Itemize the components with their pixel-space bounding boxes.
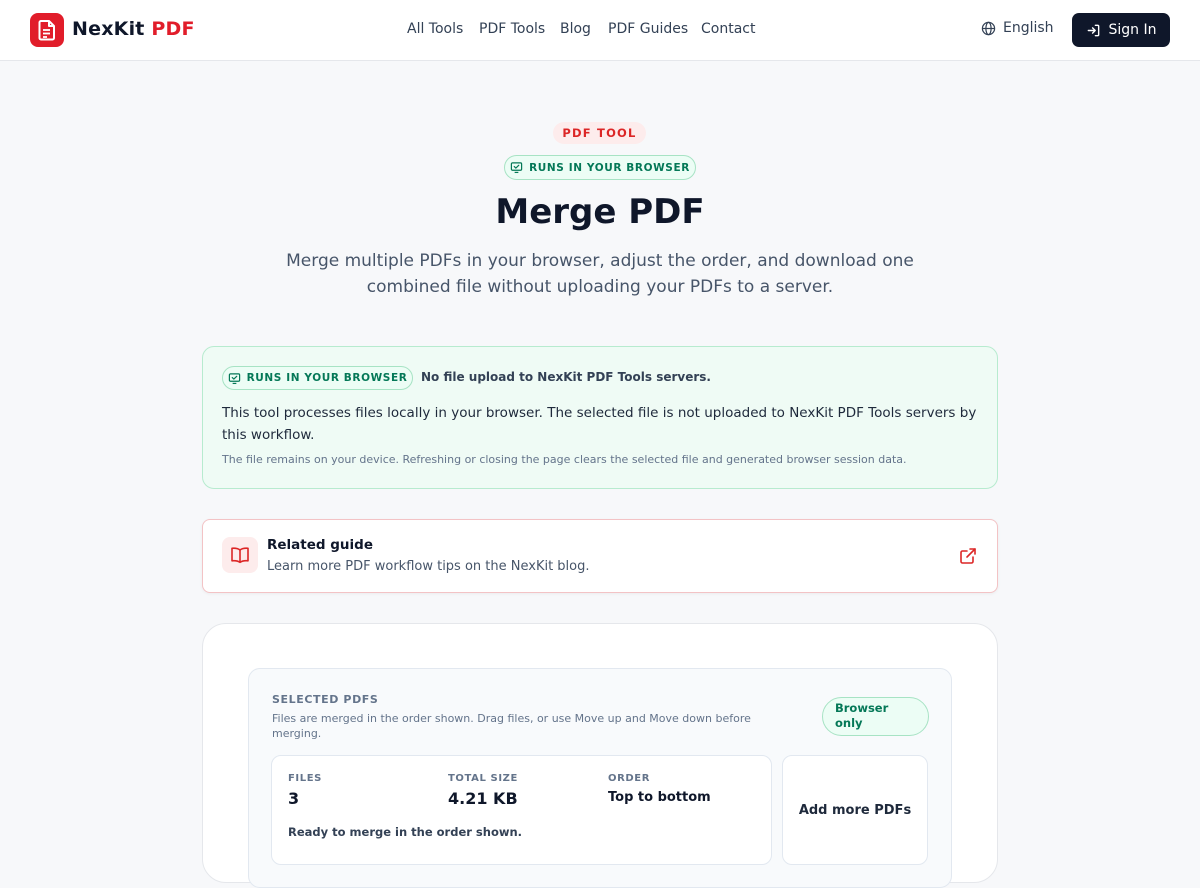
notice-body: This tool processes files locally in you… [222,405,977,443]
browser-only-badge: Browser only [822,697,929,736]
monitor-check-icon [510,162,523,174]
nav-link-contact[interactable]: Contact [701,21,755,37]
files-stat-value: 3 [288,789,300,808]
files-stat: FILES 3 [288,773,322,808]
merge-status-text: Ready to merge in the order shown. [288,825,523,839]
notice-badge-label: RUNS IN YOUR BROWSER [246,372,408,384]
sign-in-label: Sign In [1108,22,1157,38]
selected-pdfs-title: SELECTED PDFS [272,693,379,706]
guide-subtitle: Learn more PDF workflow tips on the NexK… [267,559,590,574]
nav-link-pdf-tools[interactable]: PDF Tools [479,21,545,37]
total-size-stat-label: TOTAL SIZE [448,773,518,784]
nexkit-logo-icon[interactable] [30,13,64,47]
sign-in-button[interactable]: Sign In [1072,13,1170,47]
selected-pdfs-description: Files are merged in the order shown. Dra… [272,712,751,740]
notice-headline: No file upload to NexKit PDF Tools serve… [421,370,711,384]
monitor-check-icon [228,372,240,384]
runs-in-browser-label: RUNS IN YOUR BROWSER [529,161,690,174]
runs-in-browser-badge: RUNS IN YOUR BROWSER [504,155,696,180]
add-more-pdfs-button[interactable]: Add more PDFs [782,755,928,865]
page-description: Merge multiple PDFs in your browser, adj… [286,251,914,297]
order-stat-label: ORDER [608,773,651,784]
pdf-tool-eyebrow: PDF TOOL [553,122,646,144]
brand-accent: PDF [151,18,195,40]
document-icon [38,20,55,41]
order-stat-value: Top to bottom [608,790,711,805]
nav-link-all-tools[interactable]: All Tools [407,21,463,37]
brand-name[interactable]: NexKit PDF [72,18,195,40]
related-guide-card[interactable]: Related guide Learn more PDF workflow ti… [202,519,998,593]
page-title: Merge PDF [495,192,705,232]
sign-in-icon [1087,24,1099,36]
total-size-stat: TOTAL SIZE 4.21 KB [448,773,518,808]
browser-processing-notice: RUNS IN YOUR BROWSER No file upload to N… [202,346,998,489]
top-navigation-bar: NexKit PDF All Tools PDF Tools Blog PDF … [0,0,1200,61]
open-book-icon [231,547,249,564]
external-link-icon[interactable] [959,547,977,565]
notice-footnote: The file remains on your device. Refresh… [222,453,907,466]
notice-badge: RUNS IN YOUR BROWSER [222,366,413,390]
brand-main: NexKit [72,18,145,40]
total-size-stat-value: 4.21 KB [448,789,518,808]
order-stat: ORDER Top to bottom [608,773,711,805]
language-label: English [1003,20,1054,36]
language-selector[interactable]: English [981,20,1054,36]
files-stat-label: FILES [288,773,322,784]
guide-title: Related guide [267,537,373,553]
nav-link-blog[interactable]: Blog [560,21,591,37]
nav-link-pdf-guides[interactable]: PDF Guides [608,21,688,37]
guide-icon-container [222,537,258,573]
merge-summary-card: FILES 3 TOTAL SIZE 4.21 KB ORDER Top to … [271,755,772,865]
globe-icon [981,21,996,35]
